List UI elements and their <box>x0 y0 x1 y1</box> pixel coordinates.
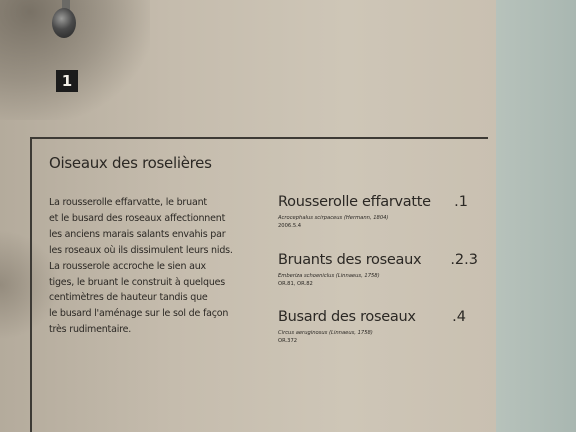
species-name: Rousserolle effarvatte <box>278 194 431 210</box>
species-latin-name: Acrocephalus scirpaceus (Hermann, 1804) <box>278 215 389 221</box>
description-line: les roseaux où ils dissimulent leurs nid… <box>49 244 233 256</box>
wall-edge <box>496 0 576 432</box>
species-name: Busard des roseaux <box>278 309 416 325</box>
description-line: La rousserole accroche le sien aux <box>49 260 206 272</box>
divider-rule <box>30 137 488 139</box>
species-inventory-number: OR.81, OR.82 <box>278 281 313 287</box>
description-line: La rousserolle effarvatte, le bruant <box>49 197 207 208</box>
description-line: le busard l'aménage sur le sol de façon <box>49 308 229 320</box>
description-line: tiges, le bruant le construit à quelques <box>49 276 226 288</box>
description-line: centimètres de hauteur tandis que <box>49 292 208 304</box>
panel-title: Oiseaux des roselières <box>49 154 212 172</box>
species-inventory-number: OR.372 <box>278 338 298 344</box>
species-entry: Rousserolle effarvatte Acrocephalus scir… <box>278 193 478 230</box>
species-latin-name: Circus aeruginosus (Linnaeus, 1758) <box>278 330 373 336</box>
description-text: La rousserolle effarvatte, le bruant et … <box>49 195 279 338</box>
species-entry: Bruants des roseaux Emberiza schoeniclus… <box>278 251 478 288</box>
species-reference-number: .2.3 <box>450 252 478 268</box>
species-inventory-number: 2006.5.4 <box>278 223 302 229</box>
species-latin-name: Emberiza schoeniclus (Linnaeus, 1758) <box>278 273 380 279</box>
specimen-number-badge: 1 <box>56 70 78 92</box>
description-line: très rudimentaire. <box>49 324 132 336</box>
species-name: Bruants des roseaux <box>278 252 422 268</box>
mount-knob <box>52 8 76 38</box>
panel-border <box>30 137 32 432</box>
description-line: les anciens marais salants envahis par <box>49 228 226 240</box>
species-reference-number: .4 <box>452 309 466 325</box>
species-entry: Busard des roseaux Circus aeruginosus (L… <box>278 308 478 345</box>
species-reference-number: .1 <box>454 194 468 210</box>
description-line: et le busard des roseaux affectionnent <box>49 212 226 224</box>
